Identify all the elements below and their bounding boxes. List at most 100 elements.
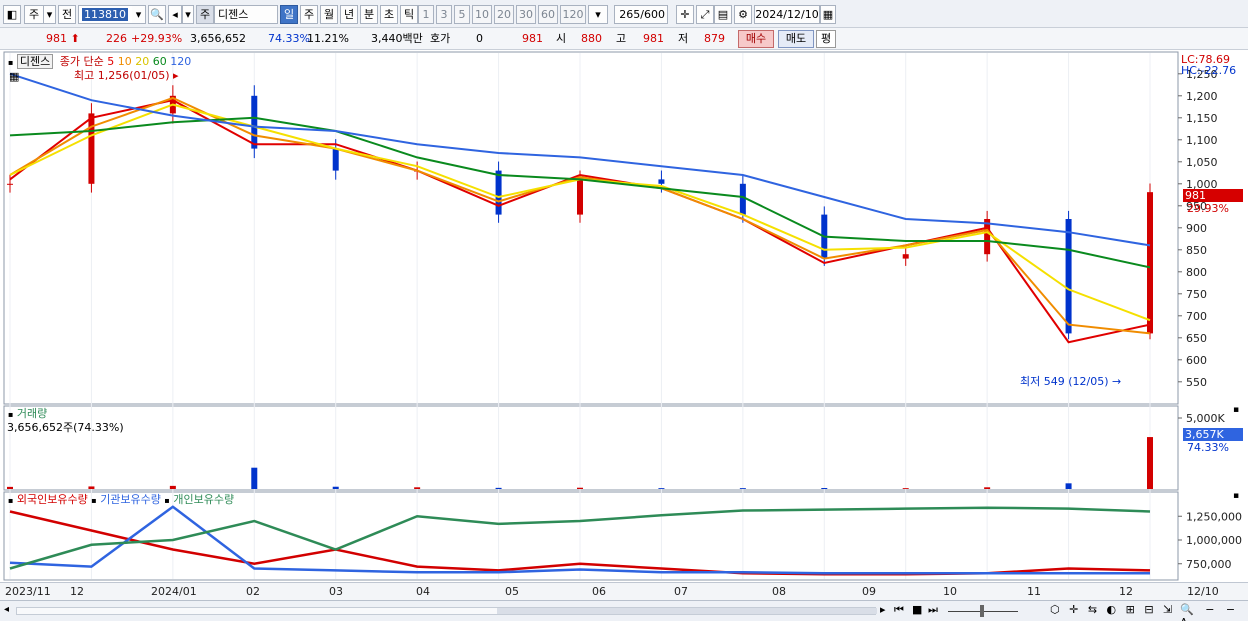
chevron-down-icon[interactable]: ▾ — [44, 5, 56, 24]
y-tick-label: 1,000,000 — [1186, 534, 1242, 547]
sell-button[interactable]: 매도 — [778, 30, 814, 48]
candle-body — [739, 183, 746, 215]
panel-menu-icon[interactable]: ▪ — [8, 496, 13, 505]
chevron-down-icon[interactable]: ▾ — [182, 5, 194, 24]
x-label: 08 — [772, 585, 786, 598]
quote-bar: 981 ⬆ 226 +29.93% 3,656,652 74.33% 11.21… — [0, 28, 1248, 50]
volume-info: 3,656,652주(74.33%) — [7, 421, 124, 434]
volume-bar — [1065, 483, 1072, 489]
scroll-left-icon[interactable]: ◂ — [4, 604, 9, 615]
toolbar-icons[interactable]: ⬡ ✛ ⇆ ◐ ⊞ ⊟ ⇲ — [1050, 603, 1175, 616]
layout-icon[interactable]: ◧ — [3, 5, 21, 24]
hc-label: HC:-22.76 — [1181, 64, 1237, 77]
hoga-value: 0 — [476, 32, 483, 45]
low-annotation: 최저 549 (12/05) → — [1020, 375, 1122, 388]
x-label: 05 — [505, 585, 519, 598]
calendar-icon[interactable]: ▦ — [820, 5, 836, 24]
x-label: 04 — [416, 585, 430, 598]
horizontal-scrollbar[interactable] — [16, 607, 877, 615]
legend-institution: 기관보유수량 — [100, 493, 161, 506]
period-week-button[interactable]: 주 — [300, 5, 318, 24]
x-label: 06 — [592, 585, 606, 598]
volume-bar — [88, 486, 95, 489]
current-volume-tag: 3,657K — [1183, 428, 1243, 441]
zoom-slider-handle[interactable] — [980, 605, 984, 617]
rewind-icon[interactable]: ⏮ — [894, 603, 904, 617]
interval-3-button[interactable]: 3 — [436, 5, 452, 24]
y-tick-label: 1,050 — [1186, 156, 1218, 169]
prev-button[interactable]: 전 — [58, 5, 76, 24]
prev-label: 전 — [61, 8, 73, 21]
save-icon[interactable]: ▤ — [714, 5, 732, 24]
open-label: 시 — [556, 32, 567, 45]
scrollbar-thumb[interactable] — [497, 608, 877, 614]
period-second-button[interactable]: 초 — [380, 5, 398, 24]
volume-bar — [495, 487, 502, 489]
interval-20-button[interactable]: 20 — [494, 5, 514, 24]
x-label: 12/10 — [1187, 585, 1219, 598]
x-label: 07 — [674, 585, 688, 598]
amount: 3,440백만 — [371, 32, 423, 45]
draw-tool-icon[interactable]: ⤢ — [696, 5, 714, 24]
eval-button[interactable]: 평 — [816, 30, 836, 48]
interval-5-button[interactable]: 5 — [454, 5, 470, 24]
x-label: 12 — [1119, 585, 1133, 598]
interval-1-button[interactable]: 1 — [418, 5, 434, 24]
candle-body — [7, 183, 13, 185]
chart-grid-icon[interactable]: ▦ — [9, 70, 19, 83]
chevron-down-icon[interactable]: ▾ — [132, 5, 146, 24]
candle-body — [902, 254, 909, 259]
volume-bar — [658, 488, 665, 489]
date-field[interactable]: 2024/12/10 — [754, 5, 820, 24]
period-day-button[interactable]: 일 — [280, 5, 298, 24]
gear-icon[interactable]: ⚙ — [734, 5, 752, 24]
high-value: 981 — [643, 32, 664, 45]
volume-bar — [984, 487, 991, 489]
market-select[interactable]: 주 — [24, 5, 44, 24]
legend-stock-name[interactable]: 디젠스 — [16, 54, 54, 69]
sound-icon[interactable]: ◂ — [168, 5, 182, 24]
high-label: 고 — [616, 32, 627, 45]
period-minute-button[interactable]: 분 — [360, 5, 378, 24]
volume-bar — [332, 486, 339, 489]
price: 981 ⬆ — [46, 32, 80, 45]
x-label: 03 — [329, 585, 343, 598]
volume-panel-frame — [3, 405, 1179, 491]
x-label: 12 — [70, 585, 84, 598]
buy-button[interactable]: 매수 — [738, 30, 774, 48]
volume-panel-close-icon[interactable]: ▪ — [1233, 405, 1239, 415]
scroll-right-icon[interactable]: ▸ — [880, 603, 886, 616]
holding-panel-close-icon[interactable]: ▪ — [1233, 491, 1239, 501]
period-month-button[interactable]: 월 — [320, 5, 338, 24]
candle-body — [251, 95, 258, 149]
interval-30-button[interactable]: 30 — [516, 5, 536, 24]
search-icon[interactable]: 🔍 — [148, 5, 166, 24]
stop-icon[interactable]: ■ — [912, 603, 922, 616]
y-tick-label: 1,100 — [1186, 134, 1218, 147]
y-tick-label: 750,000 — [1186, 558, 1232, 571]
y-tick-label: 750 — [1186, 288, 1207, 301]
interval-10-button[interactable]: 10 — [472, 5, 492, 24]
candle-body — [1147, 192, 1153, 334]
period-year-button[interactable]: 년 — [340, 5, 358, 24]
volume-bar — [821, 488, 828, 489]
y-tick-label: 1,150 — [1186, 112, 1218, 125]
current-volume-pct: 74.33% — [1187, 441, 1229, 454]
low-value: 879 — [704, 32, 725, 45]
panel-menu-icon[interactable]: ▪ — [8, 58, 13, 67]
stock-name-field[interactable]: 디젠스 — [214, 5, 278, 24]
zoom-controls[interactable]: 🔍 − − A — [1180, 603, 1248, 621]
count-field[interactable]: 265/600 — [614, 5, 668, 24]
stock-code-value: 113810 — [82, 8, 128, 21]
interval-60-button[interactable]: 60 — [538, 5, 558, 24]
crosshair-icon[interactable]: ✛ — [676, 5, 694, 24]
chevron-down-icon[interactable]: ▾ — [588, 5, 608, 24]
volume-bar — [251, 467, 258, 489]
y-tick-label: 1,200 — [1186, 90, 1218, 103]
period-tick-button[interactable]: 틱 — [400, 5, 418, 24]
stock-type-badge: 주 — [196, 5, 214, 24]
fast-forward-icon[interactable]: ⏭ — [928, 603, 938, 617]
panel-menu-icon[interactable]: ▪ — [8, 410, 13, 419]
hoga-price: 981 — [522, 32, 543, 45]
interval-120-button[interactable]: 120 — [560, 5, 586, 24]
